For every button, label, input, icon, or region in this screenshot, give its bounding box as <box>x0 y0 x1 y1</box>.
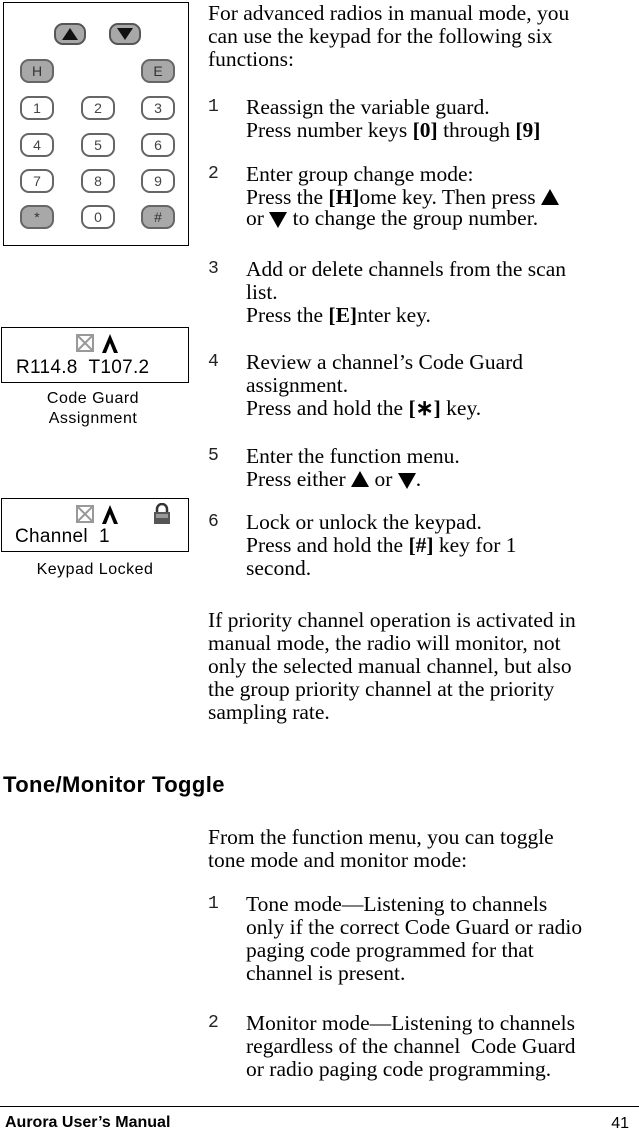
keypad-key-5[interactable]: 5 <box>81 133 115 157</box>
code-guard-caption: Code Guard Assignment <box>46 390 140 427</box>
keypad-key-8[interactable]: 8 <box>81 169 115 193</box>
signal-icon <box>102 505 118 524</box>
keypad-key-9[interactable]: 9 <box>141 169 175 193</box>
intro-paragraph: For advanced radios in manual mode, you … <box>208 1 570 71</box>
down-arrow-icon <box>117 28 133 40</box>
down-arrow-icon <box>397 473 416 489</box>
keypad-key-2[interactable]: 2 <box>81 96 115 120</box>
code-guard-display: R114.8 T107.2 <box>1 327 189 383</box>
code-guard-readout: R114.8 T107.2 <box>16 357 150 378</box>
keypad-star-key[interactable]: * <box>20 205 54 229</box>
up-arrow-icon <box>351 471 370 487</box>
signal-icon <box>102 334 118 353</box>
keypad-enter-key[interactable]: E <box>141 59 175 83</box>
keypad-pound-key[interactable]: # <box>141 205 175 229</box>
keypad-up-key[interactable] <box>54 23 86 45</box>
lock-icon <box>154 502 170 524</box>
scan-off-icon <box>76 505 94 523</box>
keypad-locked-display: Channel 1 <box>1 498 189 552</box>
footer-page-number: 41 <box>611 1115 629 1132</box>
keypad-down-key[interactable] <box>109 23 141 45</box>
up-arrow-icon <box>62 28 78 40</box>
down-arrow-icon <box>269 212 288 228</box>
footer-manual-title: Aurora User’s Manual <box>5 1114 171 1131</box>
keypad-home-key[interactable]: H <box>20 59 54 83</box>
keypad-locked-caption: Keypad Locked <box>36 561 154 578</box>
channel-readout: Channel 1 <box>15 526 110 547</box>
up-arrow-icon <box>540 189 559 205</box>
section-intro: From the function menu, you can toggle t… <box>208 825 554 872</box>
keypad-key-4[interactable]: 4 <box>20 133 54 157</box>
keypad-key-1[interactable]: 1 <box>20 96 54 120</box>
keypad-key-7[interactable]: 7 <box>20 169 54 193</box>
keypad-key-6[interactable]: 6 <box>141 133 175 157</box>
keypad-figure: H E 1 2 3 4 5 6 7 8 9 * 0 # <box>3 2 189 246</box>
priority-paragraph: If priority channel operation is activat… <box>208 608 576 724</box>
footer-divider <box>0 1106 639 1107</box>
section-heading: Tone/Monitor Toggle <box>3 772 225 797</box>
keypad-key-0[interactable]: 0 <box>81 205 115 229</box>
keypad-key-3[interactable]: 3 <box>141 96 175 120</box>
